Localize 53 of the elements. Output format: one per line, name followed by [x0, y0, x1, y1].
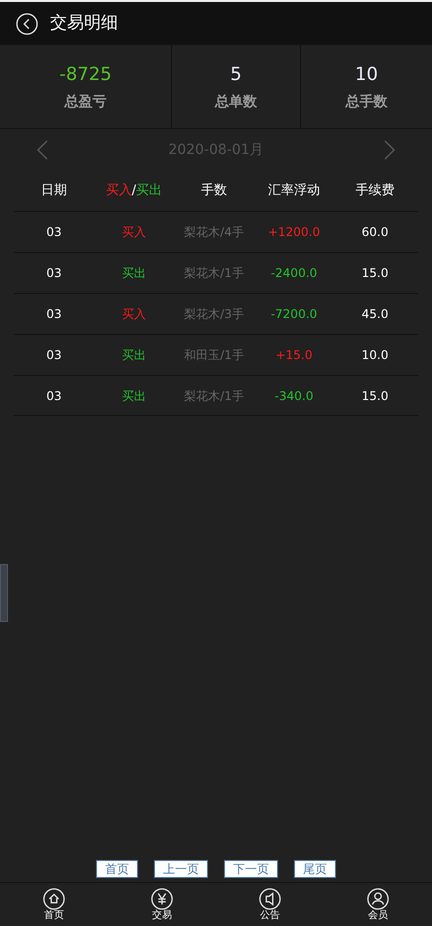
stat-label: 总手数	[346, 92, 388, 112]
pager-button[interactable]: 尾页	[294, 860, 336, 878]
table-cell-text: +1200.0	[266, 224, 322, 241]
stat-value: 10	[355, 62, 378, 86]
tab-bar-item[interactable]: 交易	[108, 883, 216, 926]
column-header: 汇率浮动	[267, 182, 321, 200]
table-cell-text: 60.0	[360, 224, 390, 241]
table-cell-text: +15.0	[274, 347, 314, 364]
column-header: 买入/买出	[104, 182, 164, 200]
table-cell-text: 10.0	[360, 347, 390, 364]
table-cell-text: 03	[45, 388, 63, 404]
stat-value: 5	[230, 62, 242, 86]
table-cell-text: 45.0	[360, 306, 390, 323]
side-scroll-handle[interactable]	[0, 564, 8, 622]
table-cell-text: 03	[45, 265, 63, 282]
table-cell-text: 梨花木/1手	[183, 388, 245, 404]
stat-label: 总单数	[215, 92, 257, 112]
table-cell-text: 15.0	[360, 388, 390, 404]
page-title: 交易明细	[50, 12, 118, 35]
stat-value: -8725	[59, 62, 112, 86]
table-cell-text: -2400.0	[270, 265, 318, 282]
table-cell-text: 买入	[121, 306, 147, 323]
table-cell-text: 15.0	[360, 265, 390, 282]
table-cell-text: 03	[45, 347, 63, 364]
table-cell-text: 买出	[121, 347, 147, 364]
pager-button[interactable]: 上一页	[154, 860, 208, 878]
tab-bar-item[interactable]: 公告	[216, 883, 324, 926]
tab-bar-item[interactable]: 会员	[324, 883, 432, 926]
table-cell-text: 和田玉/1手	[183, 347, 245, 364]
chevron-left-icon[interactable]	[36, 140, 48, 160]
back-icon[interactable]	[16, 12, 38, 34]
table-cell-text: 买出	[121, 265, 147, 282]
table-cell-text: 买入	[121, 224, 147, 241]
tab-bar-item[interactable]: 首页	[0, 883, 108, 926]
table-cell-text: 03	[45, 224, 63, 241]
table-cell-text: 梨花木/3手	[183, 306, 245, 323]
table-cell-text: 03	[45, 306, 63, 323]
stat-label: 总盈亏	[64, 92, 106, 112]
table-cell-text: 梨花木/1手	[183, 265, 245, 282]
column-header: 日期	[40, 182, 68, 200]
pager-button[interactable]: 下一页	[224, 860, 278, 878]
user-icon	[367, 888, 389, 910]
table-cell-text: 买出	[121, 388, 147, 404]
speaker-icon	[259, 888, 281, 910]
pager-button[interactable]: 首页	[96, 860, 138, 878]
table-cell-text: -7200.0	[270, 306, 318, 323]
table-cell-text: 梨花木/4手	[183, 224, 245, 241]
column-header: 手数	[200, 182, 228, 200]
chevron-right-icon[interactable]	[384, 140, 396, 160]
home-icon	[43, 888, 65, 910]
yen-icon	[151, 888, 173, 910]
column-header: 手续费	[354, 182, 396, 200]
table-cell-text: -340.0	[274, 388, 314, 404]
